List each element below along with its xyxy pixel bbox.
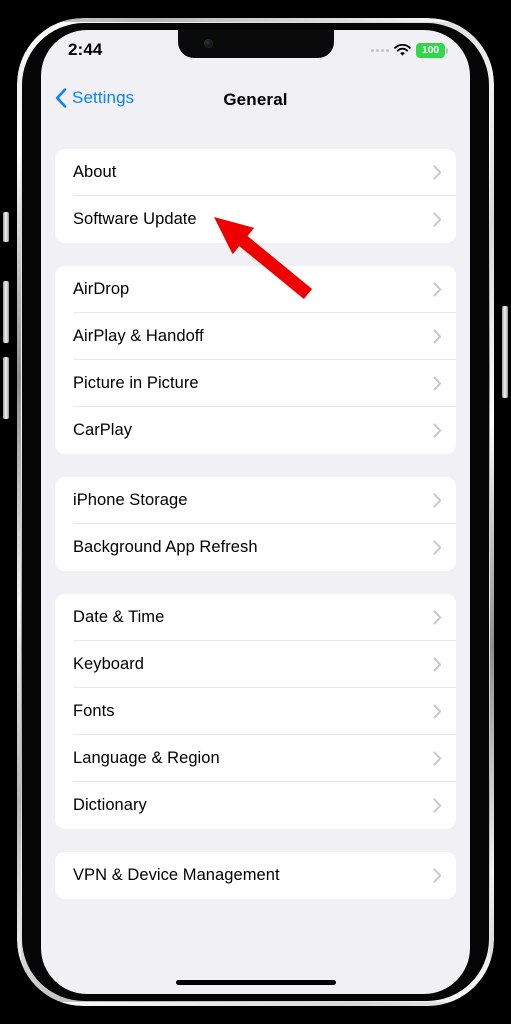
chevron-right-icon bbox=[433, 751, 442, 766]
chevron-right-icon bbox=[433, 282, 442, 297]
cellular-dots-icon bbox=[371, 49, 389, 52]
settings-row[interactable]: VPN & Device Management bbox=[55, 852, 456, 899]
group-storage: iPhone Storage Background App Refresh bbox=[55, 477, 456, 571]
settings-row[interactable]: AirDrop bbox=[55, 266, 456, 313]
settings-row[interactable]: Fonts bbox=[55, 688, 456, 735]
group-management: VPN & Device Management bbox=[55, 852, 456, 899]
settings-row[interactable]: Dictionary bbox=[55, 782, 456, 829]
settings-row[interactable]: AirPlay & Handoff bbox=[55, 313, 456, 360]
group-sharing: AirDrop AirPlay & Handoff Picture in Pictu… bbox=[55, 266, 456, 454]
group-system: About Software Update bbox=[55, 149, 456, 243]
navigation-bar: Settings General bbox=[41, 74, 470, 126]
settings-row-label: About bbox=[73, 163, 117, 181]
settings-row[interactable]: iPhone Storage bbox=[55, 477, 456, 524]
settings-row[interactable]: About bbox=[55, 149, 456, 196]
chevron-right-icon bbox=[433, 376, 442, 391]
power-button[interactable] bbox=[502, 306, 508, 398]
chevron-right-icon bbox=[433, 704, 442, 719]
settings-row-label: AirDrop bbox=[73, 280, 130, 298]
settings-list: About Software Update AirDrop AirPlay & Han… bbox=[41, 126, 470, 994]
chevron-right-icon bbox=[433, 423, 442, 438]
settings-row-label: CarPlay bbox=[73, 421, 133, 439]
wifi-icon bbox=[394, 44, 411, 56]
page-title: General bbox=[223, 90, 288, 109]
group-localization: Date & Time Keyboard Fonts Language & Regio… bbox=[55, 594, 456, 829]
settings-row[interactable]: CarPlay bbox=[55, 407, 456, 454]
chevron-right-icon bbox=[433, 868, 442, 883]
settings-row-label: Picture in Picture bbox=[73, 374, 199, 392]
settings-row[interactable]: Language & Region bbox=[55, 735, 456, 782]
iphone-device: 2:44 100 Settings General About Software… bbox=[0, 0, 511, 1024]
settings-row-label: AirPlay & Handoff bbox=[73, 327, 204, 345]
chevron-right-icon bbox=[433, 212, 442, 227]
settings-row-label: Date & Time bbox=[73, 608, 165, 626]
status-bar-indicators: 100 bbox=[371, 43, 448, 58]
chevron-right-icon bbox=[433, 329, 442, 344]
settings-row-label: Keyboard bbox=[73, 655, 145, 673]
chevron-right-icon bbox=[433, 540, 442, 555]
settings-row-label: VPN & Device Management bbox=[73, 866, 280, 884]
battery-cap bbox=[446, 47, 448, 54]
battery-icon: 100 bbox=[416, 43, 448, 58]
display-notch bbox=[178, 30, 334, 58]
settings-row[interactable]: Date & Time bbox=[55, 594, 456, 641]
battery-percent-label: 100 bbox=[422, 44, 439, 57]
settings-row[interactable]: Background App Refresh bbox=[55, 524, 456, 571]
settings-row[interactable]: Keyboard bbox=[55, 641, 456, 688]
settings-row-label: iPhone Storage bbox=[73, 491, 188, 509]
mute-switch[interactable] bbox=[3, 212, 9, 242]
home-indicator[interactable] bbox=[175, 979, 336, 985]
settings-row-label: Fonts bbox=[73, 702, 115, 720]
settings-row-label: Background App Refresh bbox=[73, 538, 258, 556]
settings-row[interactable]: Picture in Picture bbox=[55, 360, 456, 407]
settings-row-label: Dictionary bbox=[73, 796, 147, 814]
chevron-right-icon bbox=[433, 657, 442, 672]
chevron-right-icon bbox=[433, 165, 442, 180]
chevron-right-icon bbox=[433, 798, 442, 813]
chevron-right-icon bbox=[433, 610, 442, 625]
status-bar-time: 2:44 bbox=[68, 40, 103, 59]
settings-row-label: Language & Region bbox=[73, 749, 220, 767]
settings-row[interactable]: Software Update bbox=[55, 196, 456, 243]
front-camera-icon bbox=[204, 39, 213, 48]
chevron-right-icon bbox=[433, 493, 442, 508]
settings-row-label: Software Update bbox=[73, 210, 197, 228]
volume-down-button[interactable] bbox=[3, 357, 9, 419]
phone-screen: 2:44 100 Settings General About Software… bbox=[41, 30, 470, 994]
volume-up-button[interactable] bbox=[3, 281, 9, 343]
